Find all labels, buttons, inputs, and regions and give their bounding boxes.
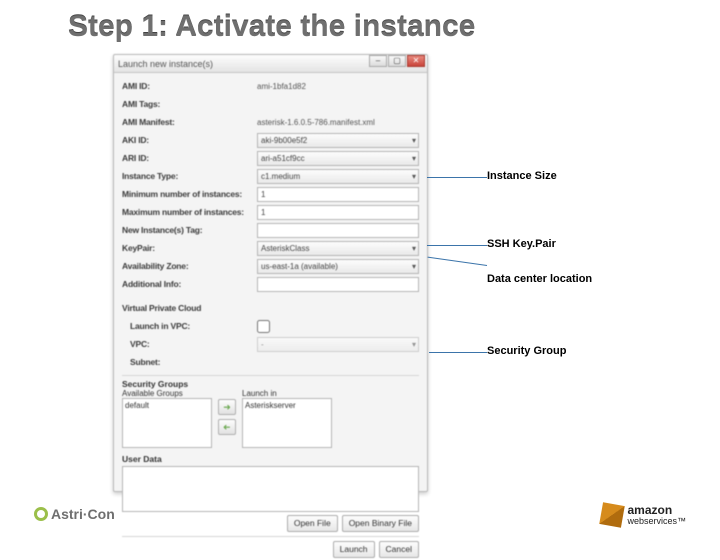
callout-security-group: Security Group [487, 345, 566, 357]
callout-instance-size: Instance Size [487, 170, 557, 182]
dialog-titlebar[interactable]: Launch new instance(s) – ▢ ✕ [114, 55, 427, 73]
additional-info-input[interactable] [257, 277, 419, 292]
availability-zone-select[interactable]: us-east-1a (available) [257, 259, 419, 274]
slide-title: Step 1: Activate the instance [0, 0, 720, 48]
minimize-icon[interactable]: – [369, 55, 387, 67]
move-right-button[interactable]: ➜ [218, 399, 236, 415]
instance-type-label: Instance Type: [122, 171, 257, 181]
aki-id-select[interactable]: aki-9b00e5f2 [257, 133, 419, 148]
max-instances-input[interactable]: 1 [257, 205, 419, 220]
vpc-select[interactable]: - [257, 337, 419, 352]
user-data-textarea[interactable] [122, 466, 419, 512]
keypair-select[interactable]: AsteriskClass [257, 241, 419, 256]
vpc-label: VPC: [122, 339, 257, 349]
astricon-icon [34, 507, 48, 521]
security-groups-heading: Security Groups [122, 379, 419, 389]
keypair-label: KeyPair: [122, 243, 257, 253]
maximize-icon[interactable]: ▢ [388, 55, 406, 67]
user-data-label: User Data [122, 454, 419, 464]
aki-id-label: AKI ID: [122, 135, 257, 145]
launch-in-list[interactable]: Asteriskserver [242, 398, 332, 448]
arrow-left-icon: ➜ [223, 422, 231, 433]
aws-logo: amazonwebservices™ [601, 504, 686, 526]
available-groups-label: Available Groups [122, 389, 212, 398]
arrow-right-icon: ➜ [223, 402, 231, 413]
availability-zone-label: Availability Zone: [122, 261, 257, 271]
callout-dc-location: Data center location [487, 273, 592, 285]
min-instances-input[interactable]: 1 [257, 187, 419, 202]
astricon-logo: Astri·Con [34, 506, 115, 522]
ari-id-select[interactable]: ari-a51cf9cc [257, 151, 419, 166]
launch-button[interactable]: Launch [333, 541, 375, 558]
launch-in-label: Launch in [242, 389, 332, 398]
new-instance-tag-input[interactable] [257, 223, 419, 238]
dialog-title: Launch new instance(s) [118, 59, 213, 69]
new-instance-tag-label: New Instance(s) Tag: [122, 225, 257, 235]
available-groups-list[interactable]: default [122, 398, 212, 448]
close-icon[interactable]: ✕ [407, 55, 425, 67]
ami-tags-label: AMI Tags: [122, 99, 257, 109]
move-left-button[interactable]: ➜ [218, 419, 236, 435]
open-binary-file-button[interactable]: Open Binary File [342, 515, 419, 532]
aws-cube-icon [600, 502, 625, 527]
callout-ssh-keypair: SSH Key.Pair [487, 238, 556, 250]
ami-manifest-label: AMI Manifest: [122, 117, 257, 127]
ari-id-label: ARI ID: [122, 153, 257, 163]
min-instances-label: Minimum number of instances: [122, 189, 257, 199]
ami-manifest-value: asterisk-1.6.0.5-786.manifest.xml [257, 118, 419, 127]
cancel-button[interactable]: Cancel [379, 541, 419, 558]
subnet-label: Subnet: [122, 357, 257, 367]
open-file-button[interactable]: Open File [287, 515, 338, 532]
max-instances-label: Maximum number of instances: [122, 207, 257, 217]
additional-info-label: Additional Info: [122, 279, 257, 289]
instance-type-select[interactable]: c1.medium [257, 169, 419, 184]
ami-id-value: ami-1bfa1d82 [257, 82, 419, 91]
vpc-section-label: Virtual Private Cloud [122, 303, 257, 313]
ami-id-label: AMI ID: [122, 81, 257, 91]
launch-in-vpc-label: Launch in VPC: [122, 321, 257, 331]
launch-in-vpc-checkbox[interactable] [257, 320, 270, 333]
launch-instance-dialog: Launch new instance(s) – ▢ ✕ AMI ID:ami-… [113, 54, 428, 492]
